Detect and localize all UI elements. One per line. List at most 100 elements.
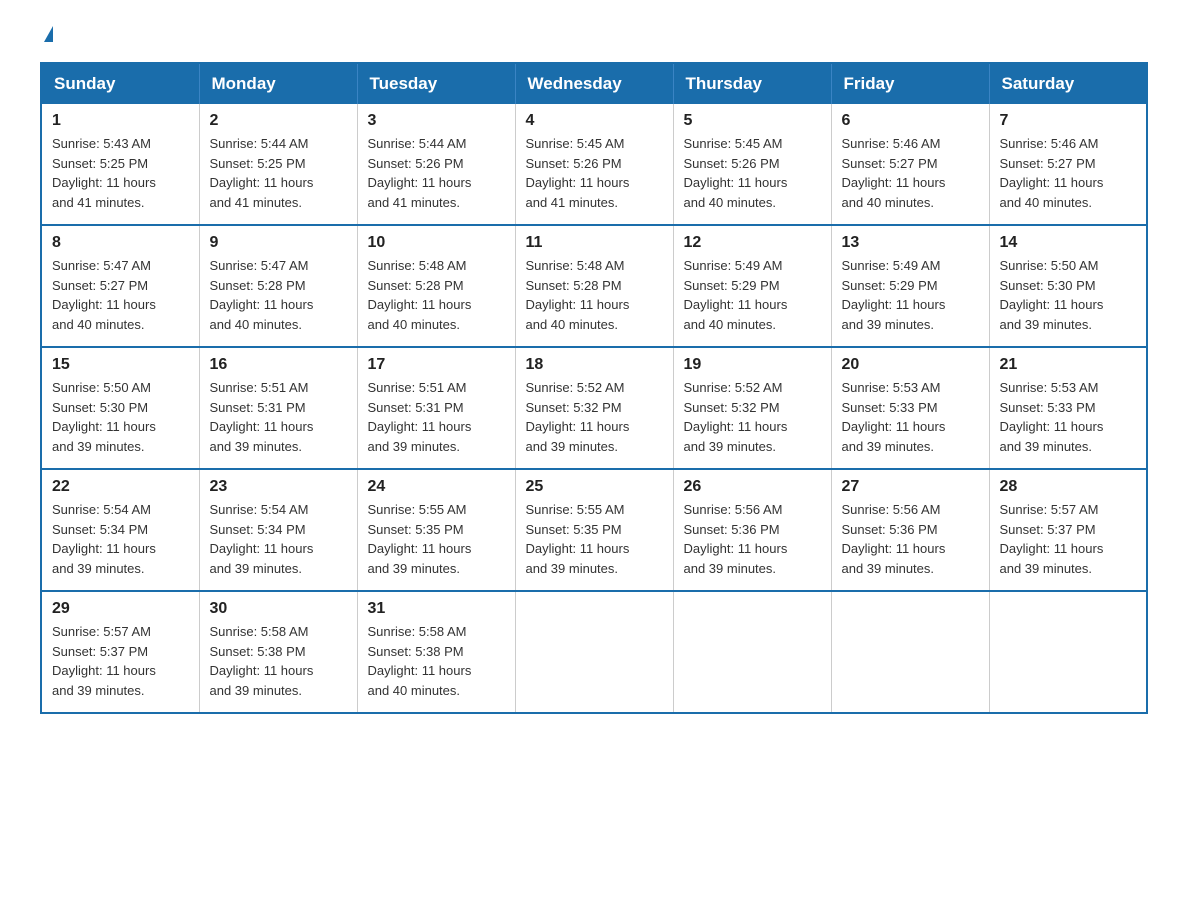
day-of-week-header: Monday — [199, 63, 357, 104]
day-info: Sunrise: 5:45 AMSunset: 5:26 PMDaylight:… — [526, 134, 663, 212]
day-number: 19 — [684, 356, 821, 374]
page-header — [40, 30, 1148, 42]
day-number: 4 — [526, 112, 663, 130]
day-number: 11 — [526, 234, 663, 252]
calendar-day-cell: 8 Sunrise: 5:47 AMSunset: 5:27 PMDaylight… — [41, 225, 199, 347]
calendar-table: SundayMondayTuesdayWednesdayThursdayFrid… — [40, 62, 1148, 714]
day-of-week-header: Sunday — [41, 63, 199, 104]
calendar-day-cell: 9 Sunrise: 5:47 AMSunset: 5:28 PMDaylight… — [199, 225, 357, 347]
calendar-week-row: 15 Sunrise: 5:50 AMSunset: 5:30 PMDayligh… — [41, 347, 1147, 469]
calendar-day-cell: 22Sunrise: 5:54 AMSunset: 5:34 PMDayligh… — [41, 469, 199, 591]
day-number: 7 — [1000, 112, 1137, 130]
day-info: Sunrise: 5:56 AMSunset: 5:36 PMDaylight:… — [842, 500, 979, 578]
calendar-day-cell: 5 Sunrise: 5:45 AMSunset: 5:26 PMDaylight… — [673, 104, 831, 225]
day-info: Sunrise: 5:47 AMSunset: 5:27 PMDaylight:… — [52, 256, 189, 334]
day-info: Sunrise: 5:45 AMSunset: 5:26 PMDaylight:… — [684, 134, 821, 212]
calendar-day-cell: 7 Sunrise: 5:46 AMSunset: 5:27 PMDaylight… — [989, 104, 1147, 225]
day-info: Sunrise: 5:49 AMSunset: 5:29 PMDaylight:… — [684, 256, 821, 334]
day-number: 9 — [210, 234, 347, 252]
calendar-day-cell — [989, 591, 1147, 713]
day-number: 29 — [52, 600, 189, 618]
day-number: 26 — [684, 478, 821, 496]
day-number: 17 — [368, 356, 505, 374]
day-info: Sunrise: 5:54 AMSunset: 5:34 PMDaylight:… — [52, 500, 189, 578]
day-number: 24 — [368, 478, 505, 496]
day-number: 13 — [842, 234, 979, 252]
calendar-day-cell: 3Sunrise: 5:44 AMSunset: 5:26 PMDaylight… — [357, 104, 515, 225]
day-of-week-header: Saturday — [989, 63, 1147, 104]
day-number: 18 — [526, 356, 663, 374]
day-info: Sunrise: 5:54 AMSunset: 5:34 PMDaylight:… — [210, 500, 347, 578]
day-info: Sunrise: 5:57 AMSunset: 5:37 PMDaylight:… — [52, 622, 189, 700]
calendar-day-cell: 30Sunrise: 5:58 AMSunset: 5:38 PMDayligh… — [199, 591, 357, 713]
calendar-day-cell: 20 Sunrise: 5:53 AMSunset: 5:33 PMDayligh… — [831, 347, 989, 469]
day-number: 3 — [368, 112, 505, 130]
day-of-week-header: Wednesday — [515, 63, 673, 104]
calendar-week-row: 1 Sunrise: 5:43 AMSunset: 5:25 PMDaylight… — [41, 104, 1147, 225]
calendar-day-cell: 31 Sunrise: 5:58 AMSunset: 5:38 PMDayligh… — [357, 591, 515, 713]
day-number: 15 — [52, 356, 189, 374]
logo — [40, 30, 53, 42]
day-number: 21 — [1000, 356, 1137, 374]
day-info: Sunrise: 5:55 AMSunset: 5:35 PMDaylight:… — [368, 500, 505, 578]
calendar-day-cell — [515, 591, 673, 713]
calendar-day-cell: 14 Sunrise: 5:50 AMSunset: 5:30 PMDayligh… — [989, 225, 1147, 347]
day-number: 16 — [210, 356, 347, 374]
day-info: Sunrise: 5:53 AMSunset: 5:33 PMDaylight:… — [1000, 378, 1137, 456]
day-number: 6 — [842, 112, 979, 130]
day-info: Sunrise: 5:50 AMSunset: 5:30 PMDaylight:… — [1000, 256, 1137, 334]
day-info: Sunrise: 5:46 AMSunset: 5:27 PMDaylight:… — [842, 134, 979, 212]
calendar-day-cell: 11 Sunrise: 5:48 AMSunset: 5:28 PMDayligh… — [515, 225, 673, 347]
day-number: 30 — [210, 600, 347, 618]
day-info: Sunrise: 5:46 AMSunset: 5:27 PMDaylight:… — [1000, 134, 1137, 212]
day-number: 1 — [52, 112, 189, 130]
day-number: 27 — [842, 478, 979, 496]
day-info: Sunrise: 5:52 AMSunset: 5:32 PMDaylight:… — [526, 378, 663, 456]
day-info: Sunrise: 5:47 AMSunset: 5:28 PMDaylight:… — [210, 256, 347, 334]
day-info: Sunrise: 5:51 AMSunset: 5:31 PMDaylight:… — [368, 378, 505, 456]
calendar-day-cell: 21 Sunrise: 5:53 AMSunset: 5:33 PMDayligh… — [989, 347, 1147, 469]
day-info: Sunrise: 5:43 AMSunset: 5:25 PMDaylight:… — [52, 134, 189, 212]
calendar-day-cell: 24 Sunrise: 5:55 AMSunset: 5:35 PMDayligh… — [357, 469, 515, 591]
calendar-day-cell: 29 Sunrise: 5:57 AMSunset: 5:37 PMDayligh… — [41, 591, 199, 713]
day-number: 8 — [52, 234, 189, 252]
calendar-day-cell: 2 Sunrise: 5:44 AMSunset: 5:25 PMDaylight… — [199, 104, 357, 225]
day-of-week-header: Thursday — [673, 63, 831, 104]
day-info: Sunrise: 5:58 AMSunset: 5:38 PMDaylight:… — [368, 622, 505, 700]
calendar-day-cell: 12 Sunrise: 5:49 AMSunset: 5:29 PMDayligh… — [673, 225, 831, 347]
day-number: 20 — [842, 356, 979, 374]
calendar-day-cell: 16Sunrise: 5:51 AMSunset: 5:31 PMDayligh… — [199, 347, 357, 469]
day-info: Sunrise: 5:44 AMSunset: 5:25 PMDaylight:… — [210, 134, 347, 212]
day-info: Sunrise: 5:48 AMSunset: 5:28 PMDaylight:… — [526, 256, 663, 334]
day-number: 12 — [684, 234, 821, 252]
calendar-week-row: 29 Sunrise: 5:57 AMSunset: 5:37 PMDayligh… — [41, 591, 1147, 713]
calendar-header-row: SundayMondayTuesdayWednesdayThursdayFrid… — [41, 63, 1147, 104]
day-info: Sunrise: 5:50 AMSunset: 5:30 PMDaylight:… — [52, 378, 189, 456]
calendar-day-cell — [831, 591, 989, 713]
calendar-day-cell: 25Sunrise: 5:55 AMSunset: 5:35 PMDayligh… — [515, 469, 673, 591]
day-info: Sunrise: 5:56 AMSunset: 5:36 PMDaylight:… — [684, 500, 821, 578]
day-of-week-header: Tuesday — [357, 63, 515, 104]
calendar-day-cell: 17 Sunrise: 5:51 AMSunset: 5:31 PMDayligh… — [357, 347, 515, 469]
day-number: 14 — [1000, 234, 1137, 252]
calendar-day-cell: 10Sunrise: 5:48 AMSunset: 5:28 PMDayligh… — [357, 225, 515, 347]
calendar-day-cell — [673, 591, 831, 713]
calendar-day-cell: 19Sunrise: 5:52 AMSunset: 5:32 PMDayligh… — [673, 347, 831, 469]
calendar-week-row: 22Sunrise: 5:54 AMSunset: 5:34 PMDayligh… — [41, 469, 1147, 591]
calendar-day-cell: 13Sunrise: 5:49 AMSunset: 5:29 PMDayligh… — [831, 225, 989, 347]
day-info: Sunrise: 5:53 AMSunset: 5:33 PMDaylight:… — [842, 378, 979, 456]
day-info: Sunrise: 5:55 AMSunset: 5:35 PMDaylight:… — [526, 500, 663, 578]
calendar-day-cell: 4 Sunrise: 5:45 AMSunset: 5:26 PMDaylight… — [515, 104, 673, 225]
day-number: 5 — [684, 112, 821, 130]
calendar-day-cell: 28Sunrise: 5:57 AMSunset: 5:37 PMDayligh… — [989, 469, 1147, 591]
calendar-day-cell: 23Sunrise: 5:54 AMSunset: 5:34 PMDayligh… — [199, 469, 357, 591]
calendar-week-row: 8 Sunrise: 5:47 AMSunset: 5:27 PMDaylight… — [41, 225, 1147, 347]
day-number: 31 — [368, 600, 505, 618]
calendar-day-cell: 18 Sunrise: 5:52 AMSunset: 5:32 PMDayligh… — [515, 347, 673, 469]
day-info: Sunrise: 5:48 AMSunset: 5:28 PMDaylight:… — [368, 256, 505, 334]
calendar-day-cell: 6 Sunrise: 5:46 AMSunset: 5:27 PMDaylight… — [831, 104, 989, 225]
day-number: 2 — [210, 112, 347, 130]
calendar-day-cell: 26 Sunrise: 5:56 AMSunset: 5:36 PMDayligh… — [673, 469, 831, 591]
day-info: Sunrise: 5:57 AMSunset: 5:37 PMDaylight:… — [1000, 500, 1137, 578]
day-of-week-header: Friday — [831, 63, 989, 104]
